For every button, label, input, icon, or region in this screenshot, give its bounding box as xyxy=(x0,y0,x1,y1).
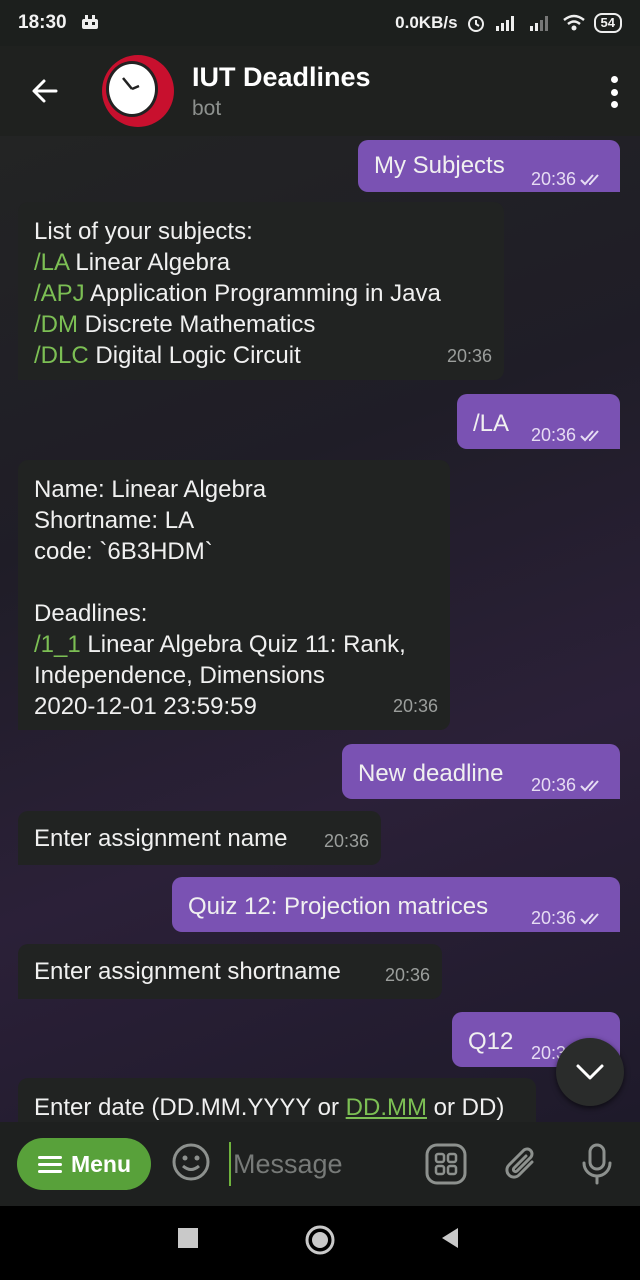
dot xyxy=(610,101,618,108)
message-time: 20:36 xyxy=(446,346,492,366)
message-meta: 20:36 xyxy=(531,164,606,195)
bot-menu-button[interactable]: Menu xyxy=(17,1138,151,1190)
more-vert-icon xyxy=(610,76,618,83)
chat-header: IUT Deadlines bot xyxy=(0,46,640,136)
message-line: Deadlines: xyxy=(34,600,148,627)
message-line: /DLC Digital Logic Circuit xyxy=(34,340,488,371)
keyboard-grid-icon xyxy=(425,1143,467,1185)
incoming-message[interactable]: List of your subjects: /LA Linear Algebr… xyxy=(18,202,504,380)
read-ticks-icon xyxy=(580,913,599,925)
message-line xyxy=(34,567,434,598)
nav-square-icon xyxy=(178,1228,198,1248)
bot-avatar[interactable] xyxy=(102,55,174,127)
outgoing-message[interactable]: My Subjects 20:36 xyxy=(358,140,620,192)
line-text: Linear Algebra xyxy=(68,249,231,276)
clock-hands-icon xyxy=(122,77,140,91)
signal-2-icon xyxy=(529,16,548,31)
line-text: Application Programming in Java xyxy=(84,280,441,307)
nav-back-icon xyxy=(442,1228,458,1248)
message-line: Enter date (DD.MM.YYYY or DD.MM or DD) xyxy=(34,1092,520,1122)
message-time: 20:36 xyxy=(530,908,576,928)
read-ticks-icon xyxy=(580,780,599,792)
scroll-to-bottom-button[interactable] xyxy=(556,1038,624,1106)
message-line: Shortname: LA xyxy=(34,507,195,534)
clock-face xyxy=(106,61,158,117)
notification-icon xyxy=(81,15,98,29)
line-text: Enter date (DD.MM.YYYY or xyxy=(34,1094,346,1121)
message-line: List of your subjects: xyxy=(34,218,253,245)
message-time: 20:36 xyxy=(323,831,369,851)
date-format-link[interactable]: DD.MM xyxy=(346,1094,427,1121)
menu-icon xyxy=(37,1156,62,1173)
message-line: Independence, Dimensions xyxy=(34,662,325,689)
chat-subtitle: bot xyxy=(192,96,222,120)
emoji-button[interactable] xyxy=(171,1142,211,1187)
incoming-message[interactable]: Name: Linear Algebra Shortname: LA code:… xyxy=(18,460,450,730)
outgoing-message[interactable]: Quiz 12: Projection matrices 20:36 xyxy=(172,877,620,932)
home-button[interactable] xyxy=(304,1224,336,1261)
message-input-bar: Menu xyxy=(0,1122,640,1206)
message-text: Enter assignment name xyxy=(34,825,288,852)
line-text: or DD) xyxy=(427,1094,505,1121)
nav-circle-icon xyxy=(305,1225,335,1255)
command-link[interactable]: /DM xyxy=(34,311,78,338)
incoming-message[interactable]: Enter date (DD.MM.YYYY or DD.MM or DD) xyxy=(18,1078,536,1122)
command-link[interactable]: /APJ xyxy=(34,280,85,307)
recent-apps-button[interactable] xyxy=(176,1226,200,1255)
command-link[interactable]: /1_1 xyxy=(34,631,81,658)
signal-icon xyxy=(495,16,514,31)
message-line: 2020-12-01 23:59:59 xyxy=(34,693,257,720)
command-link[interactable]: /LA xyxy=(34,249,69,276)
message-input[interactable] xyxy=(229,1142,409,1186)
command-link[interactable]: /DLC xyxy=(34,342,89,369)
system-back-button[interactable] xyxy=(438,1226,462,1255)
message-line: /APJ Application Programming in Java xyxy=(34,278,488,309)
message-meta: 20:36 xyxy=(531,420,606,451)
network-speed: 0.0KB/s xyxy=(395,13,458,32)
status-bar: 18:30 0.0KB/s 54 xyxy=(0,0,640,46)
attach-icon xyxy=(505,1147,534,1179)
message-line: code: `6B3HDM` xyxy=(34,538,213,565)
read-ticks-icon xyxy=(580,430,599,442)
status-time: 18:30 xyxy=(18,12,67,33)
message-line: /DM Discrete Mathematics xyxy=(34,309,488,340)
message-time: 20:36 xyxy=(530,169,576,189)
message-line: Name: Linear Algebra xyxy=(34,476,267,503)
message-time: 20:36 xyxy=(384,965,430,985)
chat-history[interactable]: My Subjects 20:36 List of your subjects:… xyxy=(0,136,640,1122)
message-meta: 20:36 xyxy=(531,770,606,801)
scroll-down-icon xyxy=(576,1064,604,1080)
message-time: 20:36 xyxy=(392,696,438,716)
message-text: Enter assignment shortname xyxy=(34,958,341,985)
message-line: /1_1 Linear Algebra Quiz 11: Rank, xyxy=(34,629,434,660)
line-text: Digital Logic Circuit xyxy=(88,342,301,369)
message-meta: 20:36 xyxy=(531,903,606,934)
line-text: Linear Algebra Quiz 11: Rank, xyxy=(80,631,406,658)
attach-button[interactable] xyxy=(502,1142,542,1191)
voice-record-button[interactable] xyxy=(580,1142,614,1191)
more-options-button[interactable] xyxy=(610,76,618,108)
chat-title[interactable]: IUT Deadlines xyxy=(192,62,371,93)
message-time: 20:36 xyxy=(530,425,576,445)
mic-icon xyxy=(582,1143,612,1185)
system-navigation-bar xyxy=(0,1206,640,1280)
battery-indicator: 54 xyxy=(593,13,622,33)
incoming-message[interactable]: Enter assignment name 20:36 xyxy=(18,811,381,865)
bot-keyboard-button[interactable] xyxy=(424,1142,468,1191)
incoming-message[interactable]: Enter assignment shortname 20:36 xyxy=(18,944,442,999)
outgoing-message[interactable]: New deadline 20:36 xyxy=(342,744,620,799)
alarm-icon xyxy=(467,16,484,32)
dot xyxy=(610,88,618,96)
back-button[interactable] xyxy=(0,46,90,136)
wifi-icon xyxy=(562,14,585,31)
back-arrow-icon xyxy=(32,79,58,103)
message-line: /LA Linear Algebra xyxy=(34,247,488,278)
line-text: Discrete Mathematics xyxy=(78,311,316,338)
menu-button-label: Menu xyxy=(70,1150,132,1177)
emoji-icon xyxy=(172,1143,210,1180)
message-time: 20:36 xyxy=(530,775,576,795)
read-ticks-icon xyxy=(580,174,599,186)
outgoing-message[interactable]: /LA 20:36 xyxy=(457,394,620,449)
